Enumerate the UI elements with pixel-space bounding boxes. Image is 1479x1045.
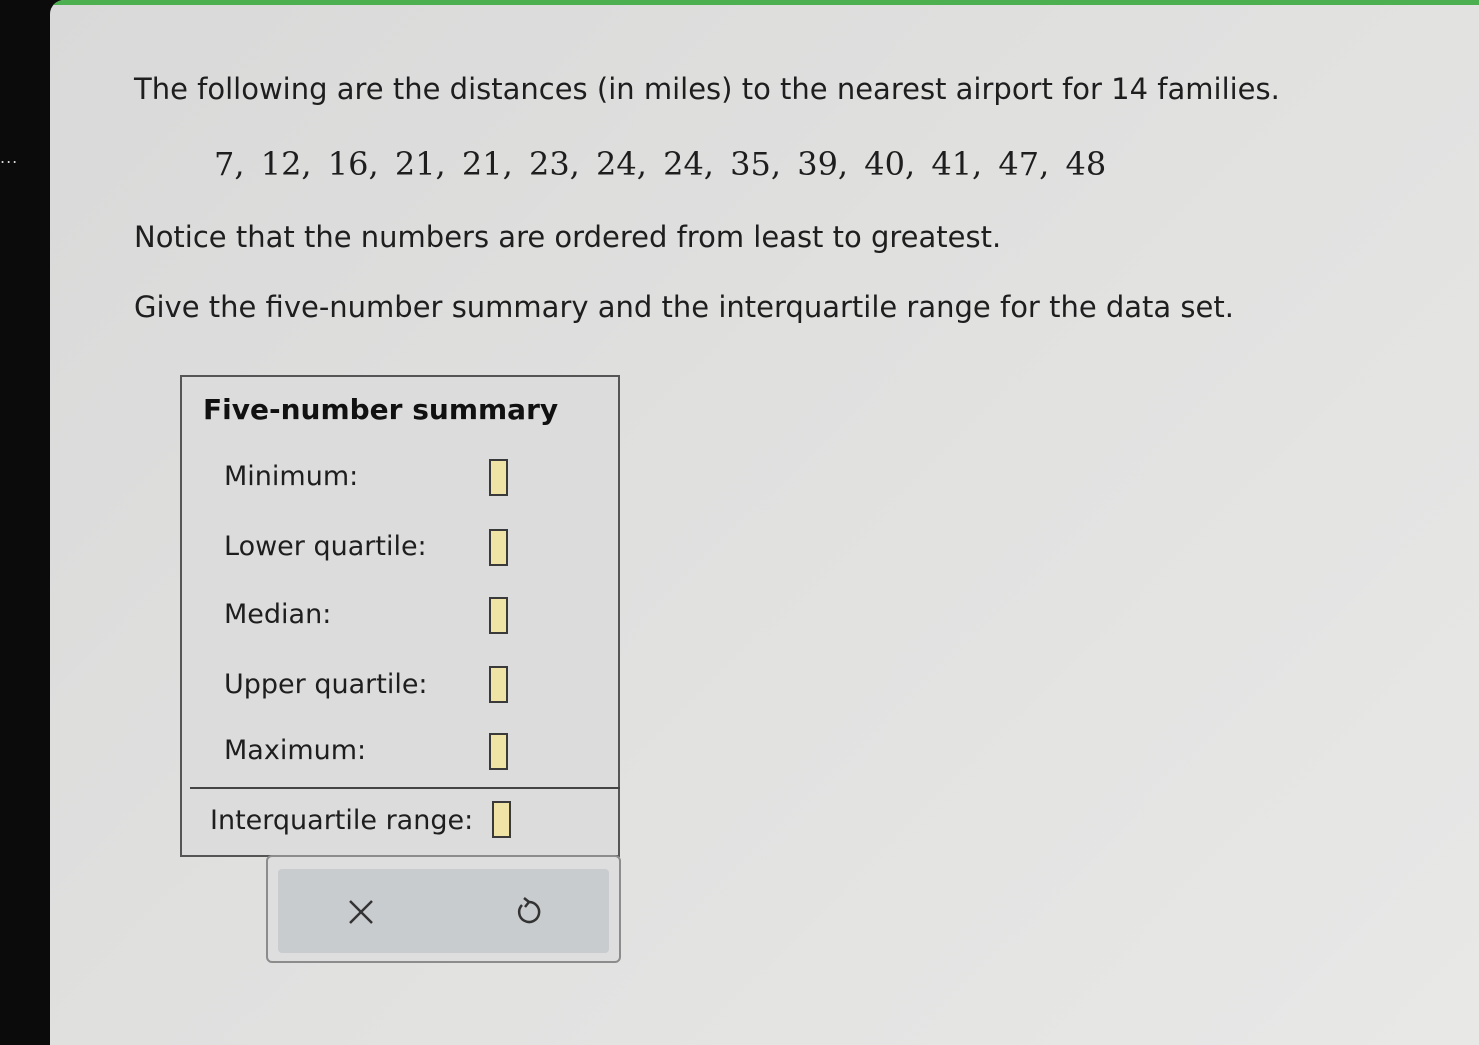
median-input[interactable]: [489, 597, 508, 634]
maximum-input[interactable]: [489, 733, 508, 770]
answer-toolbar: [266, 855, 621, 963]
top-progress-bar: [50, 0, 1479, 5]
question-notice: Notice that the numbers are ordered from…: [134, 220, 1002, 254]
upper-quartile-input[interactable]: [489, 666, 508, 703]
maximum-label: Maximum:: [224, 735, 367, 766]
upper-quartile-label: Upper quartile:: [224, 669, 428, 700]
lower-quartile-input[interactable]: [489, 529, 508, 566]
toolbar-inner: [278, 869, 609, 953]
five-number-summary-panel: Five-number summary Minimum: Lower quart…: [180, 375, 620, 857]
minimum-input[interactable]: [489, 459, 508, 496]
minimum-label: Minimum:: [224, 461, 359, 492]
interquartile-range-input[interactable]: [492, 801, 511, 838]
question-instruction: Give the five-number summary and the int…: [134, 290, 1234, 324]
panel-divider: [190, 787, 620, 789]
interquartile-range-label: Interquartile range:: [210, 805, 474, 836]
close-icon: [349, 900, 373, 924]
data-values: 7, 12, 16, 21, 21, 23, 24, 24, 35, 39, 4…: [214, 145, 1107, 183]
panel-title: Five-number summary: [203, 393, 559, 426]
clear-button[interactable]: [336, 887, 386, 937]
lower-quartile-label: Lower quartile:: [224, 531, 427, 562]
median-label: Median:: [224, 599, 332, 630]
screen: The following are the distances (in mile…: [50, 0, 1479, 1045]
undo-icon: [517, 897, 541, 924]
side-menu-dots: ...: [0, 148, 19, 167]
undo-button[interactable]: [504, 887, 554, 937]
question-intro: The following are the distances (in mile…: [134, 72, 1280, 106]
